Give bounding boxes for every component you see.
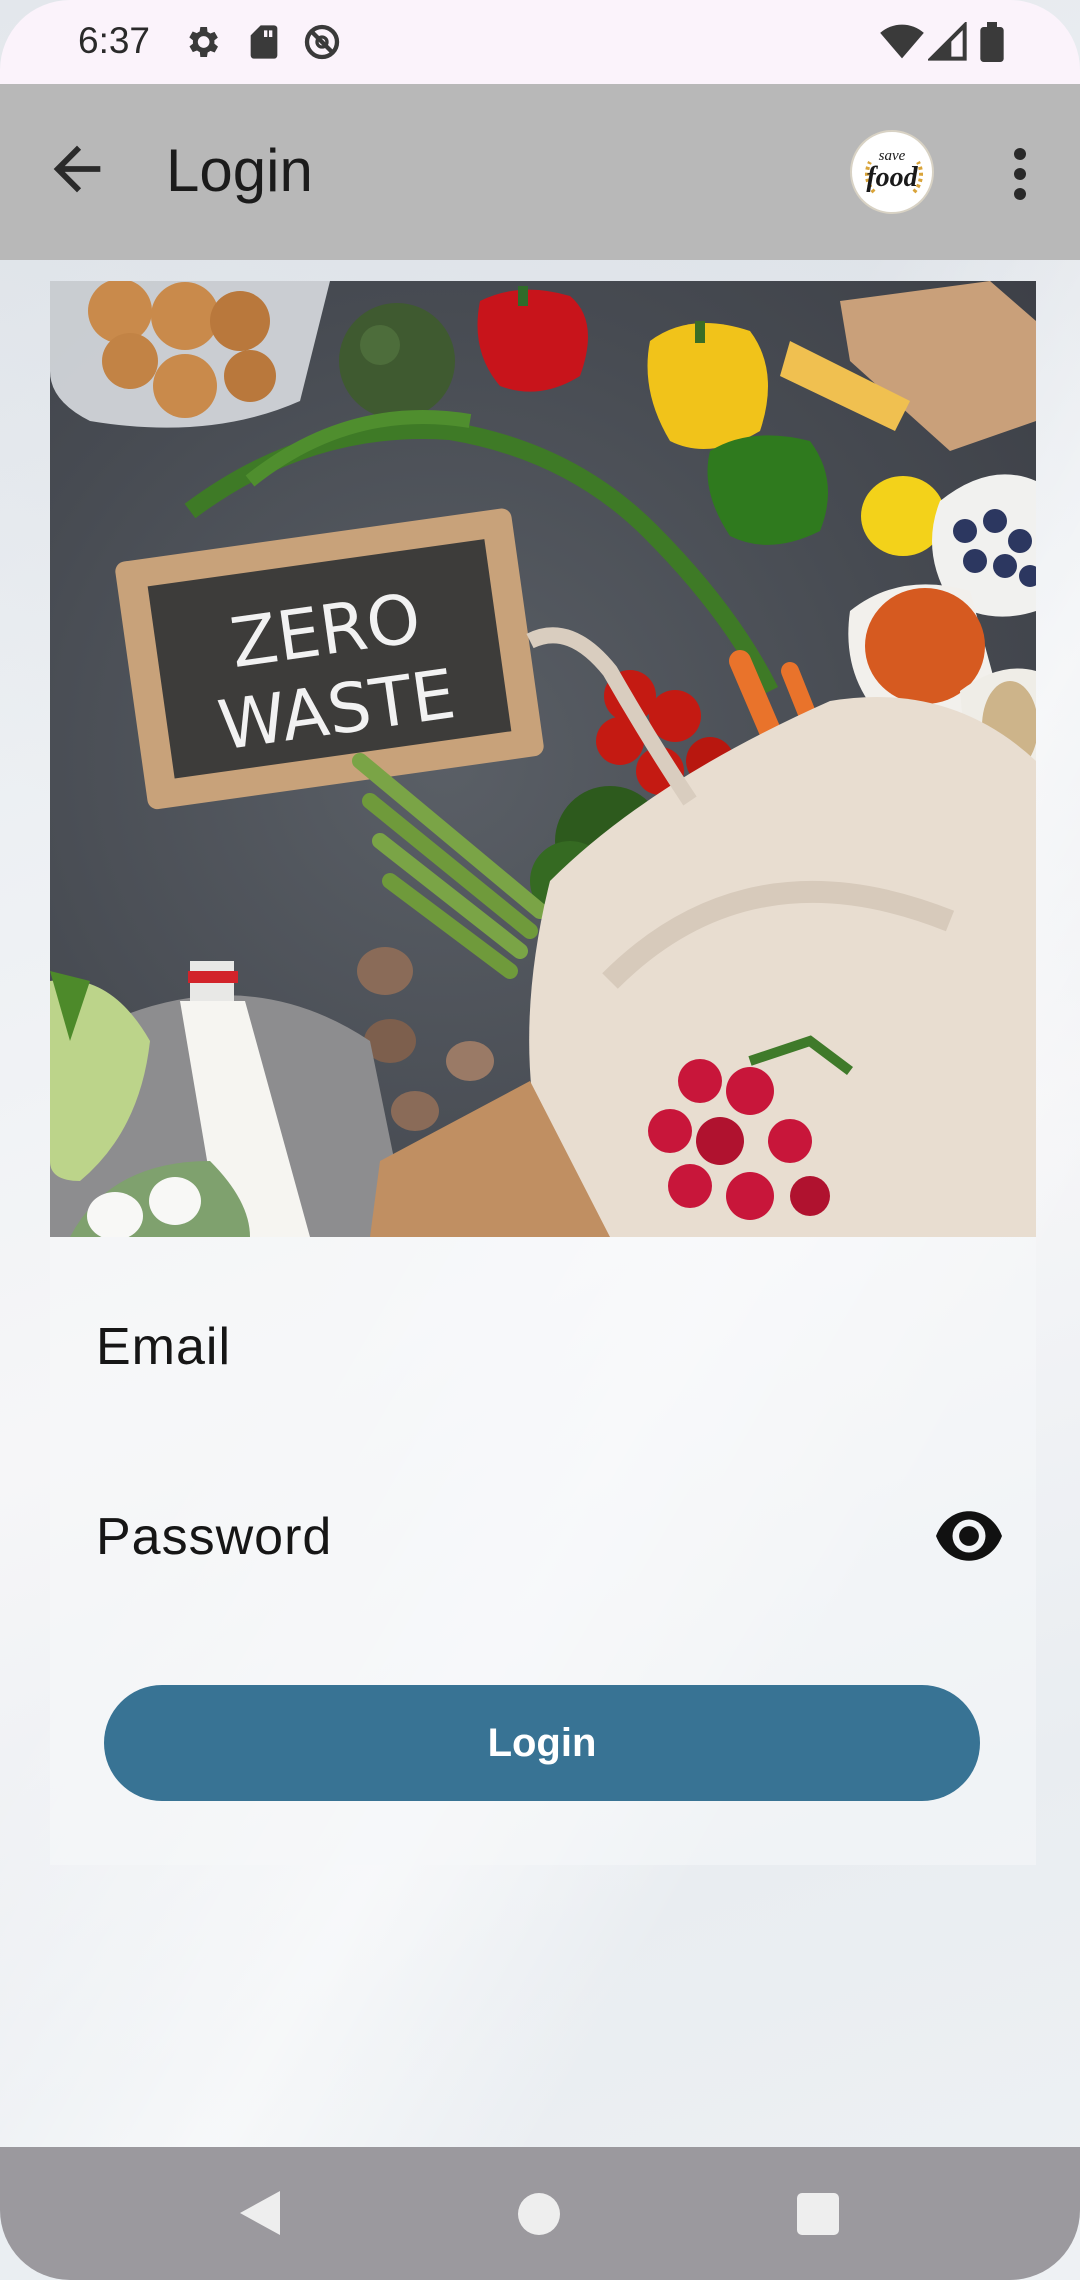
battery-icon (978, 22, 1006, 62)
wifi-icon (880, 22, 924, 62)
toggle-password-visibility-button[interactable] (936, 1511, 1002, 1561)
arrow-back-icon (53, 145, 101, 193)
login-button[interactable]: Login (104, 1685, 980, 1801)
email-field[interactable]: Email (96, 1317, 231, 1377)
save-food-logo: save food (850, 130, 934, 214)
zero-waste-groceries-illustration: ZERO WASTE (50, 281, 1036, 1237)
system-navigation-bar (0, 2147, 1080, 2280)
back-button[interactable] (42, 134, 112, 204)
nav-home-button[interactable] (518, 2193, 560, 2235)
hero-image: ZERO WASTE (50, 281, 1036, 1237)
logo-text-food: food (866, 162, 918, 193)
eye-icon (936, 1511, 1002, 1561)
sd-card-icon (244, 22, 284, 62)
nav-recents-button[interactable] (797, 2193, 839, 2235)
status-time: 6:37 (78, 20, 151, 61)
app-bar: Login save food (0, 84, 1080, 260)
nav-back-button[interactable] (236, 2187, 284, 2239)
login-form: Email Password Login (50, 1237, 1036, 1865)
settings-icon (182, 22, 222, 62)
page-title: Login (166, 137, 313, 204)
triangle-back-icon (240, 2191, 280, 2235)
more-vert-icon (1014, 148, 1026, 200)
password-field[interactable]: Password (96, 1507, 332, 1567)
status-bar: 6:37 (0, 0, 1080, 84)
overflow-menu-button[interactable] (1000, 144, 1040, 204)
signal-icon (926, 20, 968, 62)
dnd-icon (302, 22, 342, 62)
